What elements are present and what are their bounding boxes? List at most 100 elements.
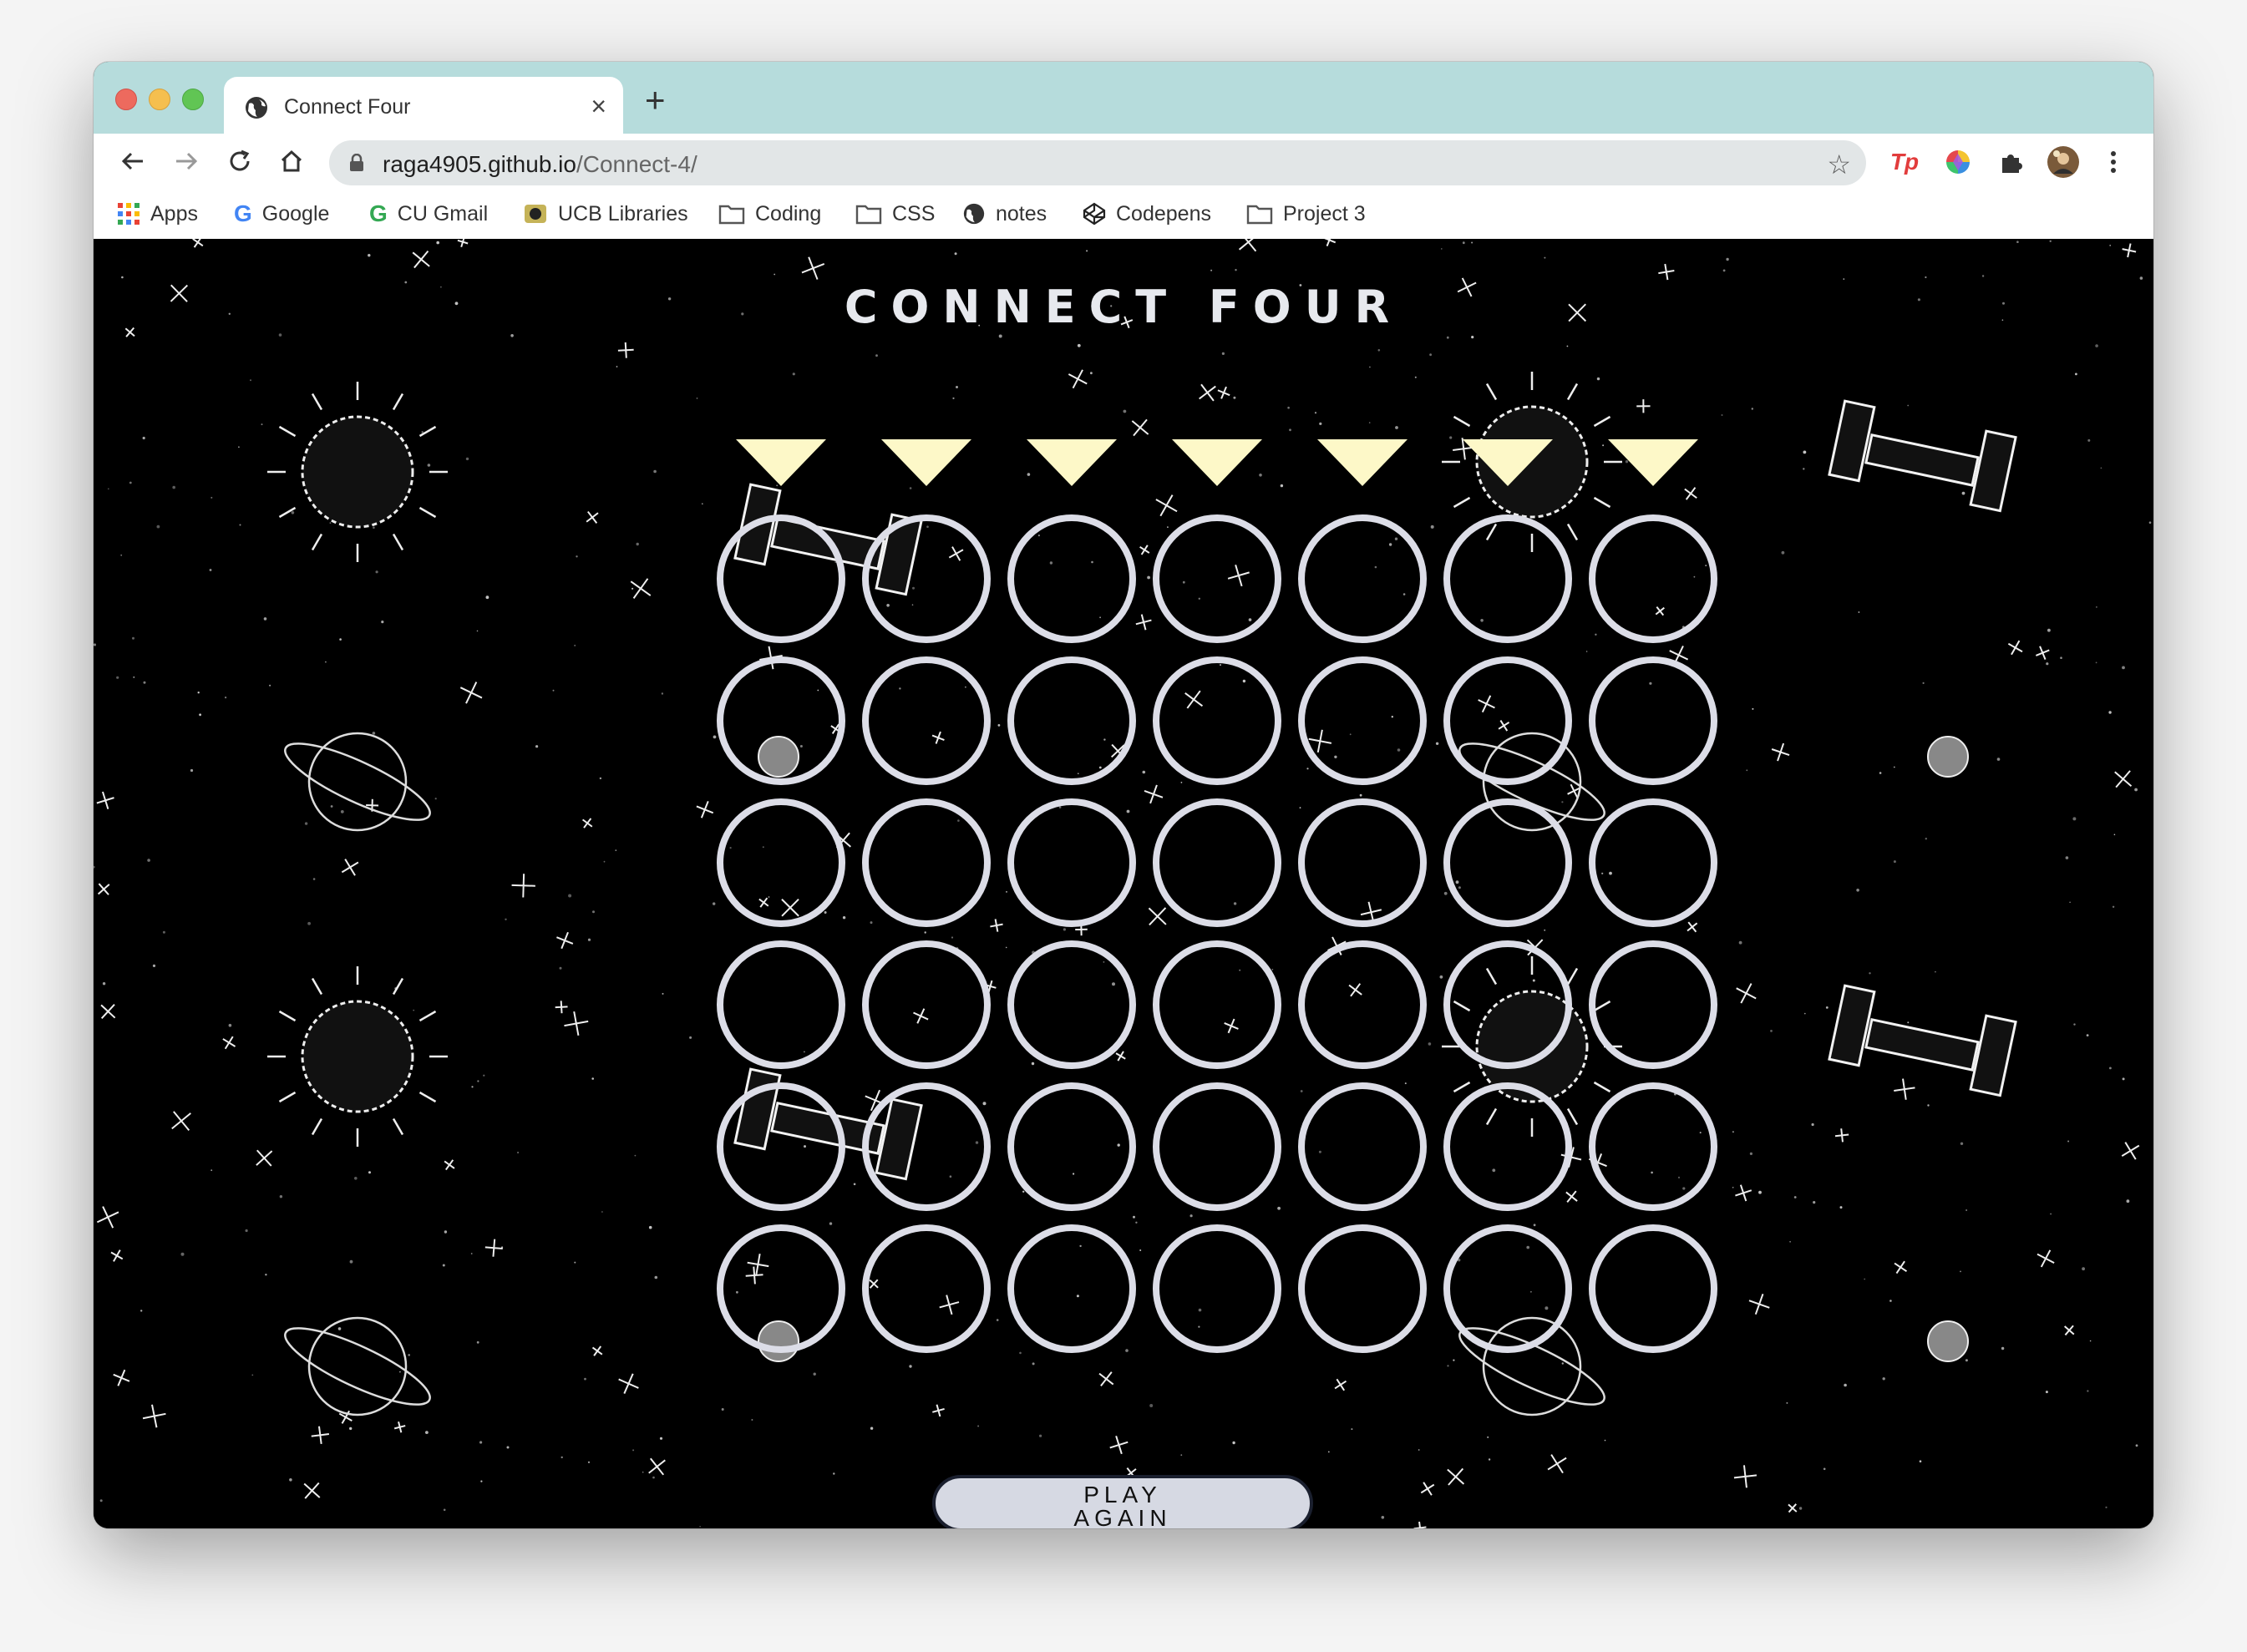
board-cell-r2-c4[interactable]: [1153, 656, 1281, 785]
board-cell-r2-c6[interactable]: [1443, 656, 1572, 785]
star-dot: [2095, 661, 2097, 664]
board-cell-r6-c6[interactable]: [1443, 1224, 1572, 1353]
bookmark-codepens[interactable]: Codepens: [1083, 199, 1211, 229]
board-cell-r1-c3[interactable]: [1007, 514, 1136, 643]
drop-arrow-col-1[interactable]: [736, 439, 826, 486]
bookmark-apps[interactable]: Apps: [117, 199, 198, 229]
star-cross: [1135, 614, 1152, 631]
board-cell-r5-c4[interactable]: [1153, 1082, 1281, 1211]
drop-arrow-col-5[interactable]: [1317, 439, 1408, 486]
board-cell-r4-c4[interactable]: [1153, 940, 1281, 1069]
board-cell-r5-c5[interactable]: [1298, 1082, 1427, 1211]
board-cell-r6-c5[interactable]: [1298, 1224, 1427, 1353]
browser-tab[interactable]: Connect Four ×: [224, 77, 623, 135]
star-dot: [1032, 1362, 1035, 1366]
forward-button[interactable]: [169, 144, 204, 179]
board-cell-r3-c2[interactable]: [862, 798, 991, 927]
board-cell-r5-c1[interactable]: [717, 1082, 845, 1211]
board-cell-r1-c2[interactable]: [862, 514, 991, 643]
profile-avatar[interactable]: [2047, 145, 2080, 179]
board-cell-r1-c6[interactable]: [1443, 514, 1572, 643]
bookmark-folder-project-3[interactable]: Project 3: [1246, 199, 1366, 229]
bookmark-folder-css[interactable]: CSS: [855, 199, 935, 229]
new-tab-button[interactable]: +: [645, 83, 666, 118]
board-cell-r3-c6[interactable]: [1443, 798, 1572, 927]
star-dot: [381, 621, 384, 624]
board-cell-r4-c6[interactable]: [1443, 940, 1572, 1069]
board-cell-r1-c1[interactable]: [717, 514, 845, 643]
star-cross: [1155, 494, 1178, 517]
address-bar[interactable]: raga4905.github.io/Connect-4/ ☆: [329, 140, 1866, 185]
reload-button[interactable]: [222, 144, 257, 179]
star-dot: [824, 911, 827, 914]
back-button[interactable]: [115, 144, 150, 179]
star-dot: [1299, 807, 1301, 808]
board-cell-r4-c2[interactable]: [862, 940, 991, 1069]
drop-arrow-col-7[interactable]: [1608, 439, 1698, 486]
board-cell-r3-c5[interactable]: [1298, 798, 1427, 927]
board-cell-r6-c7[interactable]: [1589, 1224, 1717, 1353]
star-dot: [1147, 575, 1150, 580]
board-cell-r4-c1[interactable]: [717, 940, 845, 1069]
bookmark-google[interactable]: G Google: [234, 199, 329, 229]
bookmark-folder-coding[interactable]: Coding: [718, 199, 821, 229]
board-cell-r4-c5[interactable]: [1298, 940, 1427, 1069]
board-cell-r1-c7[interactable]: [1589, 514, 1717, 643]
star-dot: [1006, 891, 1007, 893]
bookmark-cu-gmail[interactable]: G CU Gmail: [369, 199, 488, 229]
board-cell-r2-c3[interactable]: [1007, 656, 1136, 785]
board-cell-r5-c3[interactable]: [1007, 1082, 1136, 1211]
minimize-window-button[interactable]: [149, 89, 170, 110]
star-cross: [484, 1239, 503, 1257]
google-g-icon: G: [234, 200, 252, 226]
bookmark-notes[interactable]: notes: [962, 199, 1047, 229]
star-dot: [1961, 491, 1965, 495]
star-cross: [556, 931, 574, 950]
board-cell-r2-c5[interactable]: [1298, 656, 1427, 785]
board-cell-r6-c4[interactable]: [1153, 1224, 1281, 1353]
bookmark-star-icon[interactable]: ☆: [1827, 149, 1851, 180]
board-cell-r1-c4[interactable]: [1153, 514, 1281, 643]
drop-arrow-col-4[interactable]: [1172, 439, 1262, 486]
board-cell-r5-c2[interactable]: [862, 1082, 991, 1211]
drop-arrow-col-6[interactable]: [1463, 439, 1553, 486]
board-cell-r1-c5[interactable]: [1298, 514, 1427, 643]
board-cell-r3-c1[interactable]: [717, 798, 845, 927]
star-dot: [603, 860, 606, 863]
star-dot: [140, 1310, 143, 1312]
drop-arrow-col-2[interactable]: [881, 439, 971, 486]
home-button[interactable]: [274, 144, 309, 179]
star-cross: [1238, 239, 1259, 252]
drop-arrow-col-3[interactable]: [1027, 439, 1117, 486]
board-cell-r2-c1[interactable]: [717, 656, 845, 785]
color-wheel-extension-icon[interactable]: [1941, 145, 1975, 179]
board-cell-r5-c7[interactable]: [1589, 1082, 1717, 1211]
board-cell-r4-c3[interactable]: [1007, 940, 1136, 1069]
star-dot: [2135, 1444, 2138, 1447]
star-dot: [1005, 946, 1007, 949]
bookmark-ucb-libraries[interactable]: UCB Libraries: [523, 199, 688, 229]
board-cell-r3-c4[interactable]: [1153, 798, 1281, 927]
close-tab-icon[interactable]: ×: [591, 91, 606, 121]
board-cell-r3-c3[interactable]: [1007, 798, 1136, 927]
browser-menu-button[interactable]: [2097, 145, 2130, 179]
star-cross: [586, 510, 599, 524]
puzzle-extensions-icon[interactable]: [1995, 145, 2028, 179]
board-cell-r6-c1[interactable]: [717, 1224, 845, 1353]
board-cell-r6-c3[interactable]: [1007, 1224, 1136, 1353]
board-cell-r5-c6[interactable]: [1443, 1082, 1572, 1211]
board-cell-r2-c2[interactable]: [862, 656, 991, 785]
star-dot: [102, 982, 106, 986]
board-cell-r6-c2[interactable]: [862, 1224, 991, 1353]
tp-extension-icon[interactable]: Tp: [1888, 145, 1921, 179]
close-window-button[interactable]: [115, 89, 137, 110]
star-cross: [1115, 1051, 1126, 1062]
star-dot: [2100, 467, 2102, 469]
play-again-button[interactable]: PLAY AGAIN: [932, 1475, 1313, 1528]
board-cell-r4-c7[interactable]: [1589, 940, 1717, 1069]
board-cell-r3-c7[interactable]: [1589, 798, 1717, 927]
board-cell-r2-c7[interactable]: [1589, 656, 1717, 785]
star-dot: [120, 554, 123, 556]
sketch-planet: [284, 732, 431, 832]
zoom-window-button[interactable]: [182, 89, 204, 110]
